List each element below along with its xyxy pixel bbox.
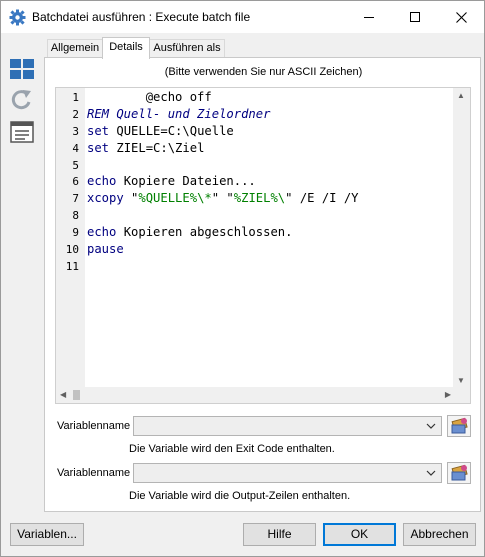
maximize-button[interactable] xyxy=(392,1,438,33)
code-line: 1 @echo off xyxy=(56,90,211,107)
line-number: 4 xyxy=(72,141,79,155)
chevron-down-icon[interactable] xyxy=(425,467,437,479)
code-text: echo Kopieren abgeschlossen. xyxy=(87,225,293,240)
close-button[interactable] xyxy=(438,1,484,33)
maximize-icon xyxy=(410,12,420,22)
scroll-left-icon[interactable]: ◀ xyxy=(60,390,66,399)
exit-code-variable-picker-button[interactable] xyxy=(447,415,471,437)
horizontal-scroll-thumb[interactable] xyxy=(73,390,80,400)
code-text: set ZIEL=C:\Ziel xyxy=(87,140,205,155)
cancel-button[interactable]: Abbrechen xyxy=(403,523,476,546)
properties-list-icon[interactable] xyxy=(10,121,34,143)
variable-picker-icon xyxy=(451,464,468,481)
horizontal-scrollbar[interactable]: ◀ ▶ xyxy=(56,387,455,403)
ascii-hint: (Bitte verwenden Sie nur ASCII Zeichen) xyxy=(164,66,363,78)
close-icon xyxy=(455,11,467,23)
ok-button[interactable]: OK xyxy=(323,523,396,546)
code-line: 8 xyxy=(56,208,129,225)
line-number: 9 xyxy=(72,226,79,240)
code-line: 5 xyxy=(56,158,129,175)
window-title: Batchdatei ausführen : Execute batch fil… xyxy=(32,10,251,24)
output-lines-variable-picker-button[interactable] xyxy=(447,462,471,484)
code-line: 3 set QUELLE=C:\Quelle xyxy=(56,124,233,141)
line-number: 7 xyxy=(72,192,79,206)
title-bar: Batchdatei ausführen : Execute batch fil… xyxy=(1,1,484,33)
scrollbar-corner xyxy=(453,387,470,403)
details-panel: (Bitte verwenden Sie nur ASCII Zeichen) … xyxy=(44,57,481,512)
code-line: 11 xyxy=(56,259,129,276)
variable-picker-icon xyxy=(451,417,468,434)
refresh-icon[interactable] xyxy=(10,89,34,111)
scroll-right-icon[interactable]: ▶ xyxy=(445,390,451,399)
minimize-icon xyxy=(364,16,374,18)
line-number: 8 xyxy=(72,209,79,223)
output-lines-variable-label: Variablenname xyxy=(57,467,131,479)
line-number: 6 xyxy=(72,175,79,189)
exit-code-variable-label: Variablenname xyxy=(57,420,131,432)
vertical-scrollbar[interactable]: ▲ ▼ xyxy=(453,88,470,388)
code-text: REM Quell- und Zielordner xyxy=(87,106,271,121)
line-number: 2 xyxy=(72,107,79,121)
code-text: @echo off xyxy=(87,90,212,104)
help-button[interactable]: Hilfe xyxy=(243,523,316,546)
code-text: echo Kopiere Dateien... xyxy=(87,174,256,189)
batch-code-editor[interactable]: 1 @echo off 2 REM Quell- und Zielordner … xyxy=(55,87,471,404)
code-lines[interactable]: 1 @echo off 2 REM Quell- und Zielordner … xyxy=(56,90,359,276)
line-number: 3 xyxy=(72,124,79,138)
scroll-down-icon[interactable]: ▼ xyxy=(457,376,465,385)
code-line: 2 REM Quell- und Zielordner xyxy=(56,107,270,124)
chevron-down-icon[interactable] xyxy=(425,420,437,432)
minimize-button[interactable] xyxy=(346,1,392,33)
variables-button[interactable]: Variablen... xyxy=(10,523,84,546)
scroll-up-icon[interactable]: ▲ xyxy=(457,91,465,100)
code-line: 10 pause xyxy=(56,242,129,259)
dialog-window: Batchdatei ausführen : Execute batch fil… xyxy=(0,0,485,557)
code-line: 9 echo Kopieren abgeschlossen. xyxy=(56,225,292,242)
output-lines-variable-select[interactable] xyxy=(133,463,442,483)
tab-allgemein[interactable]: Allgemein xyxy=(47,39,103,58)
code-text: xcopy "%QUELLE%\*" "%ZIEL%\" /E /I /Y xyxy=(87,191,359,206)
code-line: 6 echo Kopiere Dateien... xyxy=(56,174,255,191)
line-number: 1 xyxy=(72,91,79,104)
line-number: 5 xyxy=(72,158,79,172)
code-text: pause xyxy=(87,242,124,257)
exit-code-variable-hint: Die Variable wird den Exit Code enthalte… xyxy=(129,443,335,455)
exit-code-variable-select[interactable] xyxy=(133,416,442,436)
gear-icon xyxy=(9,9,26,26)
code-line: 4 set ZIEL=C:\Ziel xyxy=(56,141,204,158)
code-text: set QUELLE=C:\Quelle xyxy=(87,123,234,138)
output-lines-variable-hint: Die Variable wird die Output-Zeilen enth… xyxy=(129,490,351,502)
layout-grid-icon[interactable] xyxy=(10,58,34,80)
tab-ausfuehren-als[interactable]: Ausführen als xyxy=(149,39,225,58)
code-line: 7 xcopy "%QUELLE%\*" "%ZIEL%\" /E /I /Y xyxy=(56,191,358,208)
line-number: 10 xyxy=(65,243,79,257)
line-number: 11 xyxy=(65,259,79,273)
tab-details[interactable]: Details xyxy=(102,37,150,59)
